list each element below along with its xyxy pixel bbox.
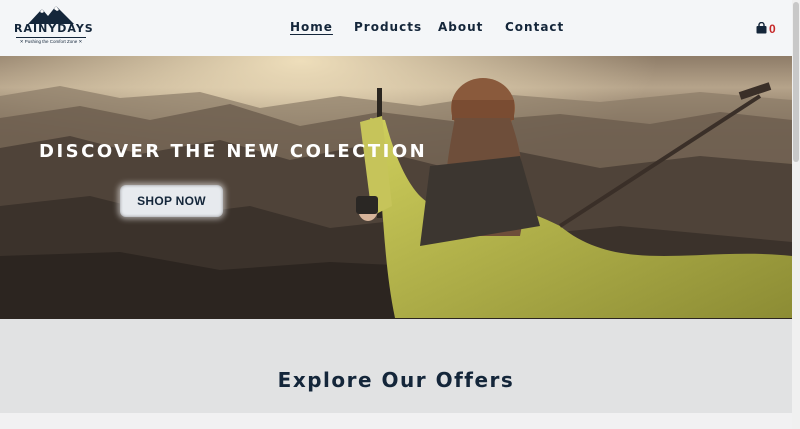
scrollbar-thumb[interactable] — [793, 2, 799, 162]
content-start — [0, 413, 792, 429]
shopping-bag-icon — [756, 22, 767, 34]
nav-about[interactable]: About — [438, 20, 483, 34]
page-scrollbar[interactable] — [792, 0, 800, 429]
explore-section: Explore Our Offers — [0, 319, 792, 413]
nav-home[interactable]: Home — [290, 20, 333, 34]
brand-logo[interactable]: RAINYDAYS ✕ Pushing the Comfort Zone ✕ — [14, 6, 94, 48]
hero-title: DISCOVER THE NEW COLECTION — [39, 141, 428, 162]
cart-count: 0 — [769, 22, 776, 36]
brand-tagline: ✕ Pushing the Comfort Zone ✕ — [16, 37, 86, 45]
nav-contact[interactable]: Contact — [505, 20, 564, 34]
site-header: RAINYDAYS ✕ Pushing the Comfort Zone ✕ H… — [0, 0, 792, 56]
shop-now-button[interactable]: SHOP NOW — [120, 185, 223, 217]
nav-products[interactable]: Products — [354, 20, 422, 34]
brand-name: RAINYDAYS — [14, 22, 94, 35]
hero-image — [0, 56, 792, 319]
hero-banner: DISCOVER THE NEW COLECTION SHOP NOW — [0, 56, 792, 319]
section-title: Explore Our Offers — [277, 368, 515, 392]
